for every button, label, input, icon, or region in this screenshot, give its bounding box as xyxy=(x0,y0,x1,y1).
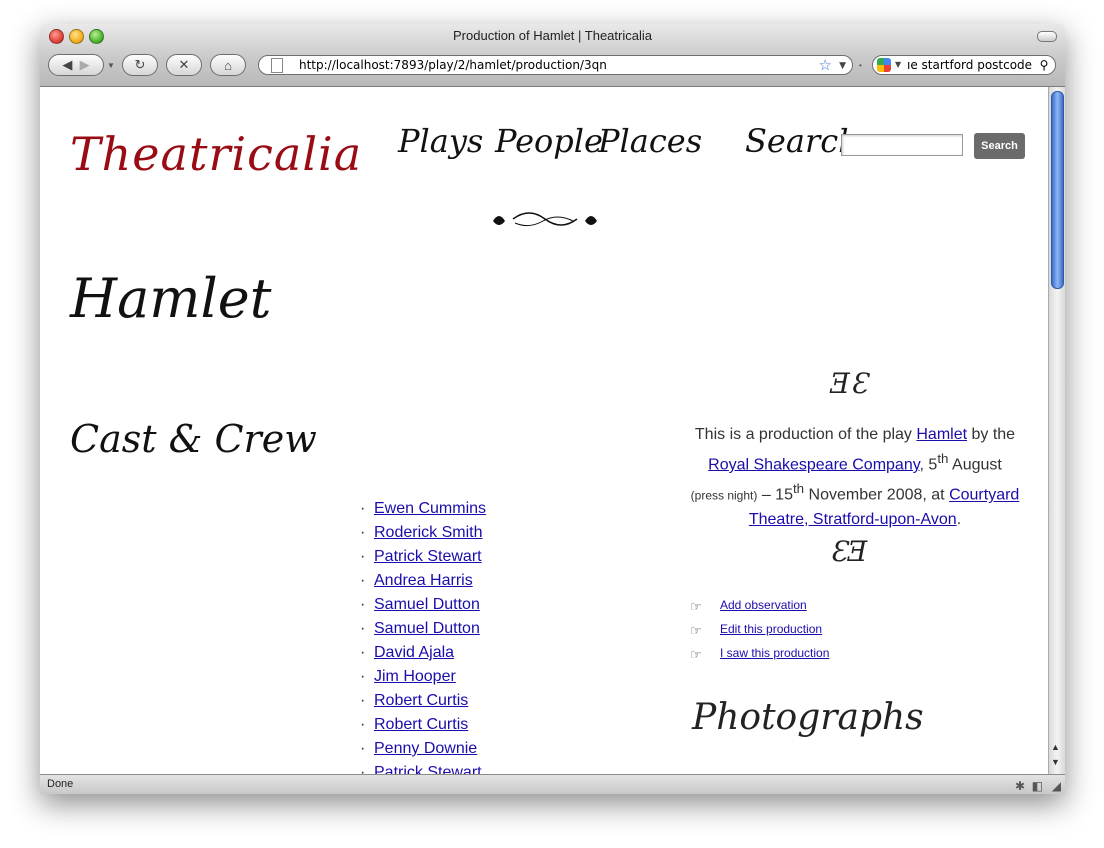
scrollbar-thumb[interactable] xyxy=(1051,91,1064,289)
add-observation-link[interactable]: Add observation xyxy=(720,595,807,615)
scroll-up-arrow-icon[interactable]: ▲ xyxy=(1051,742,1060,752)
actor-link[interactable]: Penny Downie xyxy=(374,737,477,761)
addon-icon[interactable]: ◧ xyxy=(1032,777,1043,794)
ordinal-suffix: th xyxy=(937,451,949,466)
scroll-down-arrow-icon[interactable]: ▼ xyxy=(1051,757,1060,767)
actor-link[interactable]: Patrick Stewart xyxy=(374,761,482,774)
home-button[interactable]: ⌂ xyxy=(210,54,246,76)
actor-link[interactable]: Robert Curtis xyxy=(374,713,468,737)
page-viewport: Theatricalia Plays People Places Search:… xyxy=(40,87,1048,774)
url-dropdown-icon[interactable]: ▼ xyxy=(839,57,846,75)
address-bar[interactable]: http://localhost:7893/play/2/hamlet/prod… xyxy=(258,55,853,75)
separator: · xyxy=(360,692,366,709)
page-icon xyxy=(271,58,283,73)
actor-link[interactable]: Roderick Smith xyxy=(374,521,482,545)
desc-text: November 2008, at xyxy=(804,486,950,504)
cast-crew-heading: Cast & Crew xyxy=(70,417,317,461)
separator: · xyxy=(360,740,366,757)
browser-search-field[interactable]: ▼ ıe startford postcode ⚲ xyxy=(872,55,1056,75)
stop-button[interactable]: ✕ xyxy=(166,54,202,76)
separator-dot-icon: • xyxy=(859,61,862,70)
actor-link[interactable]: David Ajala xyxy=(374,641,454,665)
back-arrow-icon[interactable]: ◀ xyxy=(62,57,72,73)
separator: · xyxy=(360,548,366,565)
separator: · xyxy=(360,620,366,637)
nav-places[interactable]: Places xyxy=(598,122,702,160)
status-bar: Done ✱ ◧ ◢ xyxy=(40,774,1065,794)
fleuron-icon: ƎƐ xyxy=(830,367,868,400)
reload-icon: ↻ xyxy=(134,57,146,72)
history-dropdown-icon[interactable]: ▼ xyxy=(107,61,115,70)
bookmark-star-icon[interactable]: ☆ xyxy=(819,56,832,74)
browser-window: Production of Hamlet | Theatricalia ◀ ▶ … xyxy=(40,24,1065,794)
toolbar-toggle-button[interactable] xyxy=(1037,31,1057,42)
actor-link[interactable]: Jim Hooper xyxy=(374,665,456,689)
photographs-heading: Photographs xyxy=(692,697,924,738)
production-description: This is a production of the play Hamlet … xyxy=(690,423,1020,532)
stop-icon: ✕ xyxy=(178,57,190,72)
actor-link[interactable]: Ewen Cummins xyxy=(374,497,486,521)
desc-text: by the xyxy=(967,426,1016,443)
desc-text: . xyxy=(956,510,962,528)
separator: · xyxy=(360,764,366,774)
nav-plays[interactable]: Plays xyxy=(398,122,483,160)
back-forward-button[interactable]: ◀ ▶ xyxy=(48,54,104,76)
separator: · xyxy=(360,596,366,613)
reload-button[interactable]: ↻ xyxy=(122,54,158,76)
hand-pointer-icon: ☞ xyxy=(690,623,702,638)
hand-pointer-icon: ☞ xyxy=(690,647,702,662)
edit-production-link[interactable]: Edit this production xyxy=(720,619,822,639)
actor-link[interactable]: Samuel Dutton xyxy=(374,617,480,641)
actor-link[interactable]: Patrick Stewart xyxy=(374,545,482,569)
search-engine-dropdown-icon[interactable]: ▼ xyxy=(895,56,901,74)
company-link[interactable]: Royal Shakespeare Company xyxy=(708,456,919,473)
desc-text: , 5 xyxy=(919,456,938,474)
site-search-input[interactable] xyxy=(841,134,963,156)
resize-grip-icon[interactable]: ◢ xyxy=(1052,777,1061,794)
browser-search-text: ıe startford postcode xyxy=(907,58,1033,72)
press-night-note: (press night) xyxy=(690,488,758,503)
site-logo[interactable]: Theatricalia xyxy=(70,127,362,181)
page-title: Hamlet xyxy=(70,267,272,330)
actor-link[interactable]: Samuel Dutton xyxy=(374,593,480,617)
site-search-button[interactable]: Search xyxy=(974,133,1025,159)
vertical-scrollbar[interactable]: ▲ ▼ xyxy=(1048,87,1065,774)
bug-icon[interactable]: ✱ xyxy=(1015,777,1025,794)
home-icon: ⌂ xyxy=(224,57,232,73)
url-text: http://localhost:7893/play/2/hamlet/prod… xyxy=(299,58,607,72)
actor-link[interactable]: Andrea Harris xyxy=(374,569,473,593)
status-text: Done xyxy=(47,778,74,790)
ordinal-suffix: th xyxy=(792,481,805,497)
nav-people[interactable]: People xyxy=(495,122,603,160)
title-bar: Production of Hamlet | Theatricalia ◀ ▶ … xyxy=(40,24,1065,87)
search-icon[interactable]: ⚲ xyxy=(1036,56,1052,74)
separator: · xyxy=(360,644,366,661)
desc-text: August xyxy=(948,456,1002,474)
separator: · xyxy=(360,668,366,685)
separator: · xyxy=(360,716,366,733)
desc-text: – 15 xyxy=(757,486,793,504)
play-link[interactable]: Hamlet xyxy=(916,426,967,443)
desc-text: This is a production of the play xyxy=(694,426,917,443)
actor-link[interactable]: Robert Curtis xyxy=(374,689,468,713)
window-title: Production of Hamlet | Theatricalia xyxy=(453,28,652,43)
saw-production-link[interactable]: I saw this production xyxy=(720,643,829,663)
hand-pointer-icon: ☞ xyxy=(690,599,702,614)
separator: · xyxy=(360,500,366,517)
separator: · xyxy=(360,572,366,589)
search-engine-icon[interactable] xyxy=(877,58,891,72)
forward-arrow-icon[interactable]: ▶ xyxy=(80,57,90,73)
flourish-ornament-icon xyxy=(493,212,597,227)
fleuron-icon: ƐƎ xyxy=(830,535,868,568)
separator: · xyxy=(360,524,366,541)
